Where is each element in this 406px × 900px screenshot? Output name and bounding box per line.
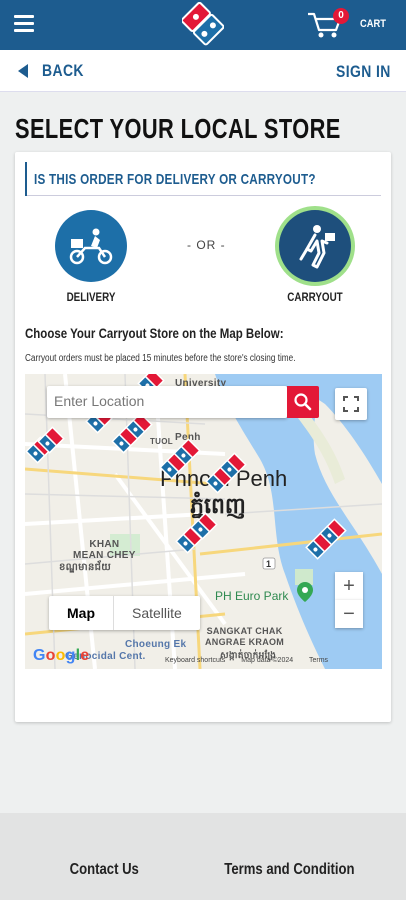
back-label: BACK bbox=[42, 61, 84, 80]
cart-count-badge: 0 bbox=[333, 8, 349, 24]
map-data-credit: Map data ©2024 bbox=[241, 657, 294, 664]
store-pin[interactable] bbox=[173, 438, 201, 466]
footer: Contact Us Terms and Condition bbox=[0, 813, 406, 900]
search-button[interactable] bbox=[287, 386, 319, 418]
keyboard-shortcuts-link[interactable]: Keyboard shortcuts bbox=[165, 657, 225, 664]
district-label: KHAN MEAN CHEY bbox=[73, 539, 136, 561]
or-separator: - OR - bbox=[187, 238, 226, 252]
location-search-box bbox=[47, 386, 287, 418]
store-selection-card: IS THIS ORDER FOR DELIVERY OR CARRYOUT? … bbox=[15, 152, 391, 722]
navigation-bar: BACK SIGN IN bbox=[0, 50, 406, 92]
search-icon bbox=[294, 393, 312, 411]
carryout-option[interactable]: CARRYOUT bbox=[279, 210, 351, 304]
order-type-question: IS THIS ORDER FOR DELIVERY OR CARRYOUT? bbox=[25, 162, 381, 196]
store-pin[interactable] bbox=[37, 426, 65, 454]
question-accent-bar bbox=[25, 162, 27, 196]
carryout-person-icon bbox=[279, 210, 351, 282]
sign-in-link[interactable]: SIGN IN bbox=[336, 62, 391, 82]
fullscreen-button[interactable] bbox=[335, 388, 367, 420]
euro-park-label: PH Euro Park bbox=[215, 589, 289, 603]
park-pin-icon bbox=[297, 582, 313, 602]
district-label-kh: ខណ្ឌមានជ័យ bbox=[59, 562, 112, 573]
zoom-out-button[interactable]: − bbox=[335, 600, 363, 628]
tuol-label: TUOL bbox=[150, 437, 173, 446]
delivery-option[interactable]: DELIVERY bbox=[55, 210, 127, 304]
map-attribution: Keyboard shortcuts Map data ©2024 Terms bbox=[165, 657, 342, 664]
store-pin[interactable] bbox=[190, 512, 218, 540]
contact-us-link[interactable]: Contact Us bbox=[70, 861, 139, 879]
carryout-label: CARRYOUT bbox=[287, 290, 343, 304]
road-number-label: 1 bbox=[266, 559, 272, 569]
store-pin[interactable] bbox=[219, 452, 247, 480]
order-type-question-text: IS THIS ORDER FOR DELIVERY OR CARRYOUT? bbox=[34, 171, 316, 188]
cart-label[interactable]: CART bbox=[360, 18, 386, 30]
store-map[interactable]: University TUOL Penh Phnom Penh ភ្នំពេញ … bbox=[25, 374, 382, 669]
back-button[interactable]: BACK bbox=[18, 61, 93, 81]
delivery-scooter-icon bbox=[55, 210, 127, 282]
back-arrow-icon bbox=[18, 64, 28, 78]
hamburger-menu-icon[interactable] bbox=[14, 15, 34, 33]
store-pin[interactable] bbox=[319, 518, 347, 546]
terms-link[interactable]: Terms bbox=[309, 657, 328, 664]
map-type-toggle: Map Satellite bbox=[49, 596, 200, 630]
dominos-logo[interactable] bbox=[182, 2, 224, 46]
page-title: SELECT YOUR LOCAL STORE bbox=[15, 113, 341, 144]
terms-and-condition-link[interactable]: Terms and Condition bbox=[224, 861, 354, 879]
carryout-time-note: Carryout orders must be placed 15 minute… bbox=[25, 353, 296, 364]
chak-angre-label: SANGKAT CHAK ANGRAE KRAOM bbox=[205, 626, 285, 647]
fullscreen-icon bbox=[343, 396, 359, 412]
choeung-ek-label: Choeung Ek bbox=[125, 639, 187, 650]
location-search-input[interactable] bbox=[47, 386, 277, 416]
map-type-satellite[interactable]: Satellite bbox=[114, 596, 200, 630]
delivery-label: DELIVERY bbox=[66, 290, 116, 304]
map-type-map[interactable]: Map bbox=[49, 596, 114, 630]
google-logo: Google bbox=[33, 647, 90, 664]
zoom-in-button[interactable]: + bbox=[335, 572, 363, 600]
choose-store-heading: Choose Your Carryout Store on the Map Be… bbox=[25, 325, 284, 341]
top-app-bar: 0 CART bbox=[0, 0, 406, 50]
